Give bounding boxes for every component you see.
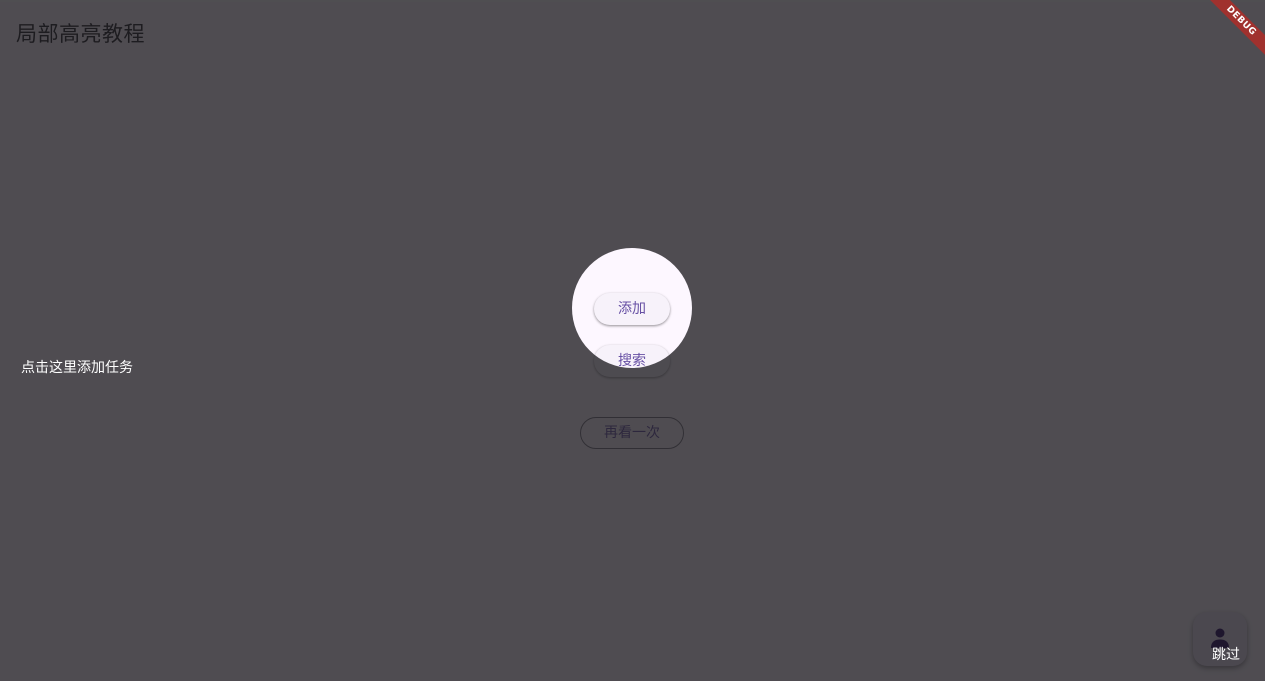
window-top-border xyxy=(0,0,1265,2)
search-button[interactable]: 搜索 xyxy=(594,345,670,377)
skip-button[interactable]: 跳过 xyxy=(1212,644,1240,664)
replay-button[interactable]: 再看一次 xyxy=(580,417,684,449)
add-button[interactable]: 添加 xyxy=(594,293,670,325)
guide-tip-text: 点击这里添加任务 xyxy=(21,360,133,376)
main-content: 添加 搜索 再看一次 xyxy=(0,0,1265,681)
app-window: 局部高亮教程 添加 搜索 再看一次 点击这里添加任务 跳过 DEBUG xyxy=(0,0,1265,681)
